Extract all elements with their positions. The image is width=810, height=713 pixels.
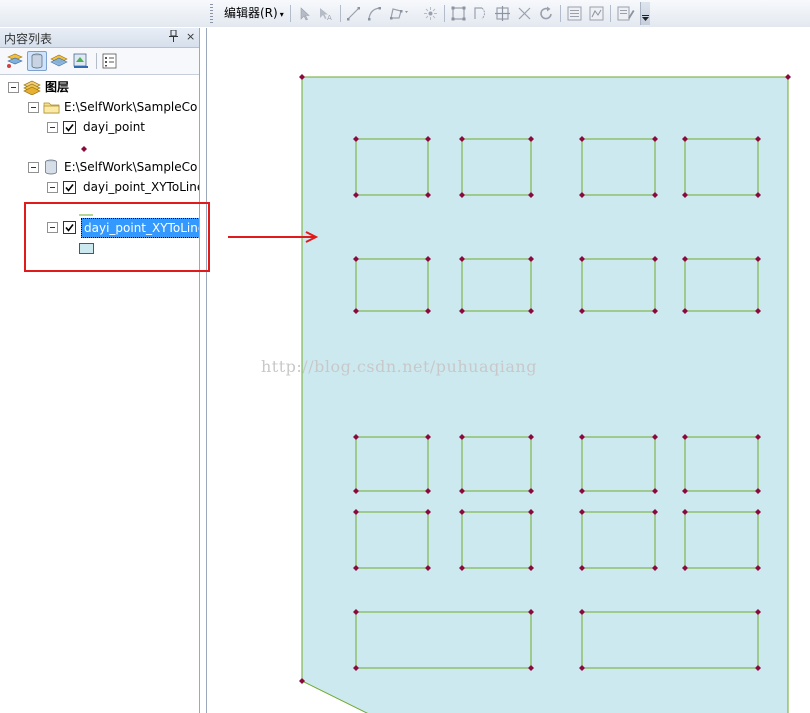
collapse-toggle[interactable] [28, 102, 39, 113]
toc-title-bar: 内容列表 × [0, 28, 199, 48]
close-icon[interactable]: × [186, 30, 195, 43]
edit-vertices-icon[interactable] [450, 5, 467, 22]
layer-tree: 图层 E:\SelfWork\SampleCo dayi_point E:\Se… [0, 75, 199, 713]
boundary-polygon [301, 76, 789, 713]
reshape-feature-icon[interactable] [472, 5, 489, 22]
table-of-contents-panel: 内容列表 × 图层 E:\SelfWork\SampleCo dayi_poin… [0, 28, 200, 713]
chevron-down-icon: ▾ [279, 10, 284, 19]
annotation-highlight-box [24, 202, 210, 272]
trace-icon[interactable] [388, 5, 412, 22]
layer-label: dayi_point_XYToLine [83, 180, 199, 194]
split-tool-icon[interactable] [516, 5, 533, 22]
list-by-source-icon[interactable] [27, 51, 47, 71]
layer-visibility-checkbox[interactable] [63, 121, 76, 134]
pin-icon[interactable] [169, 29, 178, 45]
toolbar-separator [560, 5, 561, 22]
toolbar-separator [610, 5, 611, 22]
create-features-icon[interactable] [616, 5, 636, 22]
editor-menu-label: 编辑器(R) [224, 6, 278, 20]
svg-text:A: A [327, 14, 332, 22]
annotation-arrow-icon [228, 231, 319, 243]
toolbar-separator [444, 5, 445, 22]
end-point-arc-icon[interactable] [366, 5, 383, 22]
folder-icon [43, 99, 61, 120]
toc-toolbar [0, 48, 199, 75]
options-icon[interactable] [100, 51, 120, 71]
cut-polygons-icon[interactable] [494, 5, 511, 22]
attributes-icon[interactable] [566, 5, 583, 22]
layers-stack-icon [23, 79, 41, 100]
point-symbol-icon [80, 142, 88, 156]
list-by-drawing-order-icon[interactable] [5, 51, 25, 71]
checkmark-icon [65, 184, 74, 192]
collapse-toggle[interactable] [28, 162, 39, 173]
collapse-toggle[interactable] [47, 122, 58, 133]
watermark-text: http://blog.csdn.net/puhuaqiang [261, 357, 537, 376]
collapse-toggle[interactable] [47, 182, 58, 193]
toolbar-separator [340, 5, 341, 22]
list-by-visibility-icon[interactable] [49, 51, 69, 71]
toolbar-grip-handle[interactable] [210, 4, 213, 23]
sketch-properties-icon[interactable] [588, 5, 605, 22]
data-source-label: E:\SelfWork\SampleCo [64, 100, 198, 114]
edit-tool-icon[interactable] [296, 5, 313, 22]
toolbar-separator [96, 53, 97, 69]
map-display[interactable]: http://blog.csdn.net/puhuaqiang [206, 28, 810, 713]
edit-annotation-tool-icon[interactable]: A [317, 5, 334, 22]
data-source-label: E:\SelfWork\SampleCo [64, 160, 198, 174]
chevron-down-icon [642, 15, 649, 21]
layer-label: dayi_point [83, 120, 146, 134]
editor-toolbar: 编辑器(R) ▾ A [0, 0, 810, 27]
list-by-selection-icon[interactable] [71, 51, 91, 71]
toolbar-overflow-button[interactable] [640, 2, 650, 25]
editor-menu-button[interactable]: 编辑器(R) ▾ [221, 4, 287, 23]
toolbar-separator [290, 5, 291, 22]
layer-visibility-checkbox[interactable] [63, 181, 76, 194]
editor-toolbar-group: 编辑器(R) ▾ A [210, 2, 650, 25]
checkmark-icon [65, 124, 74, 132]
rotate-tool-icon[interactable] [538, 5, 555, 22]
collapse-toggle[interactable] [8, 82, 19, 93]
toc-title: 内容列表 [4, 32, 53, 46]
point-icon[interactable] [422, 5, 439, 22]
database-icon [44, 159, 58, 180]
straight-segment-icon[interactable] [345, 5, 362, 22]
layers-root-label: 图层 [45, 80, 70, 94]
